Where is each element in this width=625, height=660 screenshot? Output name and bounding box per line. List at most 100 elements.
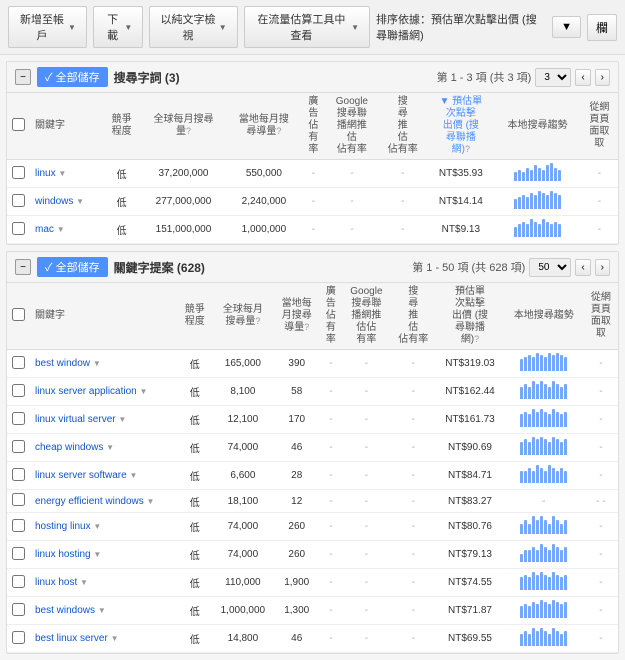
keyword-ideas-save-button[interactable]: ✓ 全部儲存 — [37, 257, 108, 277]
trend-bar-item — [556, 471, 559, 483]
row-checkbox-cell[interactable] — [7, 188, 30, 216]
keyword-dropdown-arrow[interactable]: ▼ — [93, 550, 101, 559]
keyword-link[interactable]: linux hosting — [35, 549, 91, 560]
row-checkbox[interactable] — [12, 412, 25, 425]
row-checkbox[interactable] — [12, 194, 25, 207]
trend-bar-item — [552, 544, 555, 562]
search-terms-nav-prev[interactable]: ‹ — [575, 69, 590, 86]
th-checkbox-1 — [7, 93, 30, 160]
tools-button[interactable]: 在流量估算工具中查看 ▼ — [244, 6, 370, 48]
keyword-link[interactable]: linux — [35, 168, 56, 179]
search-terms-nav-next[interactable]: › — [595, 69, 610, 86]
keyword-link[interactable]: linux server application — [35, 386, 137, 397]
row-checkbox-cell[interactable] — [7, 406, 30, 434]
grid-button[interactable]: 欄 — [587, 14, 617, 41]
row-checkbox[interactable] — [12, 519, 25, 532]
keyword-dropdown-arrow[interactable]: ▼ — [118, 415, 126, 424]
row-trend — [504, 462, 584, 490]
keyword-dropdown-arrow[interactable]: ▼ — [57, 225, 65, 234]
row-checkbox[interactable] — [12, 547, 25, 560]
trend-bar-item — [522, 195, 525, 209]
keyword-ideas-nav-next[interactable]: › — [595, 259, 610, 276]
keyword-link[interactable]: best window — [35, 358, 90, 369]
row-checkbox-cell[interactable] — [7, 350, 30, 378]
text-view-button[interactable]: 以純文字檢視 ▼ — [149, 6, 237, 48]
keyword-link[interactable]: cheap windows — [35, 442, 103, 453]
trend-bar-item — [526, 168, 529, 181]
keyword-dropdown-arrow[interactable]: ▼ — [98, 606, 106, 615]
row-checkbox-cell[interactable] — [7, 513, 30, 541]
add-account-button[interactable]: 新增至帳戶 ▼ — [8, 6, 87, 48]
keyword-ideas-nav-prev[interactable]: ‹ — [575, 259, 590, 276]
trend-bar-item — [536, 520, 539, 534]
row-checkbox-cell[interactable] — [7, 625, 30, 653]
keyword-dropdown-arrow[interactable]: ▼ — [58, 169, 66, 178]
row-checkbox-cell[interactable] — [7, 597, 30, 625]
row-trend — [504, 434, 584, 462]
keyword-dropdown-arrow[interactable]: ▼ — [140, 387, 148, 396]
select-all-1[interactable] — [12, 118, 25, 131]
select-all-2[interactable] — [12, 308, 25, 321]
row-checkbox[interactable] — [12, 166, 25, 179]
row-extracted: - — [581, 160, 618, 188]
row-ad-share: - — [301, 160, 326, 188]
keyword-dropdown-arrow[interactable]: ▼ — [147, 497, 155, 506]
row-checkbox[interactable] — [12, 356, 25, 369]
table-row: linux server software ▼ 低 6,600 28 - - -… — [7, 462, 618, 490]
row-competition: 低 — [178, 378, 212, 406]
row-checkbox-cell[interactable] — [7, 569, 30, 597]
keyword-link[interactable]: best linux server — [35, 633, 108, 644]
row-ad-share: - — [301, 188, 326, 216]
row-checkbox-cell[interactable] — [7, 216, 30, 244]
trend-bar-item — [520, 554, 523, 562]
keyword-dropdown-arrow[interactable]: ▼ — [93, 522, 101, 531]
search-terms-save-button[interactable]: ✓ 全部儲存 — [37, 67, 108, 87]
keyword-link[interactable]: windows — [35, 196, 73, 207]
keyword-link[interactable]: linux virtual server — [35, 414, 116, 425]
trend-bar-item — [556, 439, 559, 455]
row-checkbox-cell[interactable] — [7, 462, 30, 490]
row-checkbox[interactable] — [12, 603, 25, 616]
trend-bar-item — [520, 471, 523, 483]
row-checkbox[interactable] — [12, 468, 25, 481]
row-competition: 低 — [103, 216, 140, 244]
row-checkbox[interactable] — [12, 575, 25, 588]
trend-bar-item — [528, 414, 531, 427]
keyword-dropdown-arrow[interactable]: ▼ — [129, 471, 137, 480]
keyword-link[interactable]: best windows — [35, 605, 95, 616]
trend-bar-item — [556, 520, 559, 534]
row-keyword-cell: hosting linux ▼ — [30, 513, 178, 541]
download-label: 下載 — [104, 11, 121, 43]
keyword-ideas-collapse-button[interactable]: − — [15, 259, 31, 275]
row-checkbox[interactable] — [12, 440, 25, 453]
keyword-link[interactable]: mac — [35, 224, 54, 235]
row-checkbox-cell[interactable] — [7, 378, 30, 406]
th-trend-2: 本地搜尋趨勢 — [504, 283, 584, 350]
trend-bar — [520, 465, 567, 483]
keyword-dropdown-arrow[interactable]: ▼ — [76, 197, 84, 206]
search-terms-collapse-button[interactable]: − — [15, 69, 31, 85]
keyword-link[interactable]: linux server software — [35, 470, 127, 481]
keyword-dropdown-arrow[interactable]: ▼ — [80, 578, 88, 587]
keyword-dropdown-arrow[interactable]: ▼ — [93, 359, 101, 368]
sort-dropdown[interactable]: ▼ — [552, 16, 581, 38]
download-button[interactable]: 下載 ▼ — [93, 6, 143, 48]
row-checkbox[interactable] — [12, 493, 25, 506]
keyword-link[interactable]: energy efficient windows — [35, 496, 144, 507]
trend-bar-item — [540, 409, 543, 427]
trend-bar-item — [514, 199, 517, 209]
row-checkbox-cell[interactable] — [7, 160, 30, 188]
search-terms-table: 關鍵字 競爭程度 全球每月搜尋量? 當地每月搜尋導量? 廣告佔有率 Google… — [7, 93, 618, 244]
keyword-link[interactable]: hosting linux — [35, 521, 91, 532]
search-terms-nav-dropdown[interactable]: 3 — [535, 68, 571, 87]
trend-bar-item — [558, 195, 561, 209]
keyword-dropdown-arrow[interactable]: ▼ — [106, 443, 114, 452]
row-search-share: - — [391, 513, 437, 541]
row-checkbox-cell[interactable] — [7, 541, 30, 569]
keyword-ideas-nav-dropdown[interactable]: 50 — [529, 258, 571, 277]
row-checkbox[interactable] — [12, 384, 25, 397]
keyword-link[interactable]: linux host — [35, 577, 77, 588]
row-checkbox-cell[interactable] — [7, 434, 30, 462]
row-checkbox-cell[interactable] — [7, 490, 30, 513]
row-checkbox[interactable] — [12, 222, 25, 235]
